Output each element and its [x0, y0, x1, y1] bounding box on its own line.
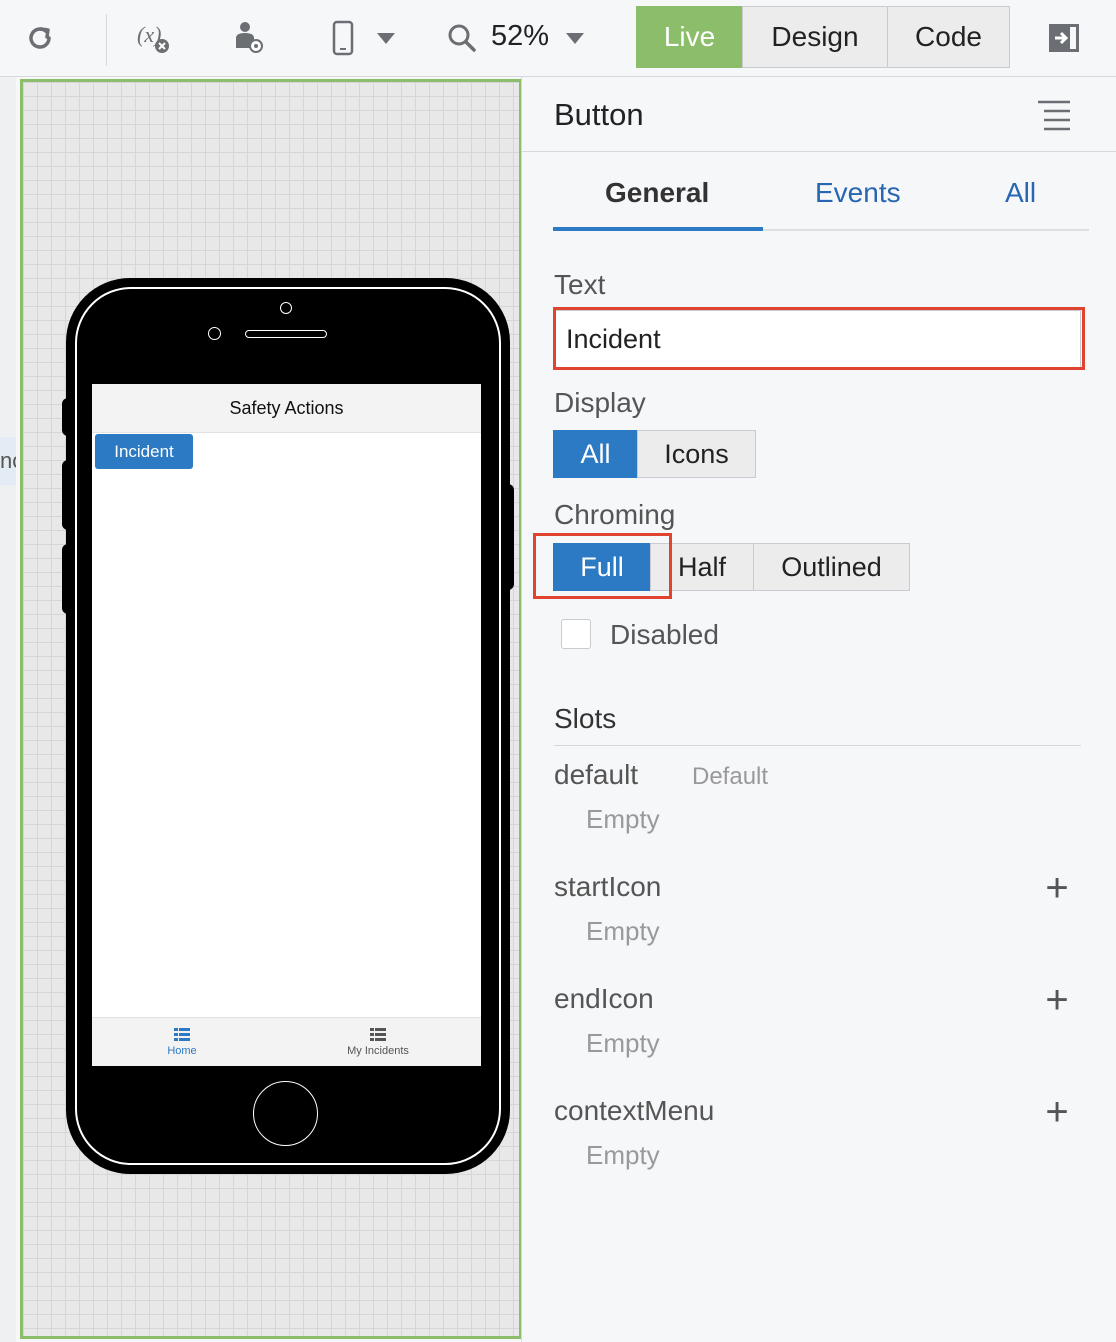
add-contextmenu-plus-icon[interactable]: + [1042, 1092, 1072, 1132]
incident-button[interactable]: Incident [95, 434, 193, 469]
phone-camera [280, 302, 292, 314]
phone-speaker [245, 330, 327, 338]
chroming-outlined-option[interactable]: Outlined [753, 543, 910, 591]
tab-home[interactable]: Home [162, 1028, 202, 1057]
slot-default-empty: Empty [586, 804, 660, 834]
chroming-full-highlight [533, 533, 672, 599]
text-field-highlight [553, 307, 1085, 370]
panel-title: Button [554, 97, 644, 132]
slots-title: Slots [554, 703, 617, 734]
property-tabs: General Events All [553, 173, 1089, 231]
chroming-label: Chroming [554, 499, 676, 530]
tab-home-label: Home [167, 1045, 197, 1057]
variable-icon[interactable]: (x) [135, 18, 175, 58]
slot-contextmenu-name: contextMenu [554, 1095, 715, 1126]
add-endicon-plus-icon[interactable]: + [1042, 980, 1072, 1020]
app-header-title: Safety Actions [92, 384, 481, 433]
display-icons-option[interactable]: Icons [637, 430, 756, 478]
home-list-icon [174, 1028, 190, 1041]
phone-home-button [253, 1081, 318, 1146]
design-mode-button[interactable]: Design [742, 6, 888, 68]
slot-starticon-name: startIcon [554, 871, 662, 902]
dock-panel-icon[interactable] [1044, 18, 1084, 58]
properties-panel: Button General Events All Text Incident … [521, 77, 1116, 1342]
app-tab-bar: Home My Incidents [92, 1017, 481, 1066]
display-all-option[interactable]: All [553, 430, 638, 478]
toolbar: (x) 52% Live Design Code [0, 0, 1116, 77]
slot-default-name: default [554, 759, 639, 790]
slots-divider [554, 745, 1081, 746]
panel-menu-icon[interactable] [1036, 99, 1072, 136]
zoom-level[interactable]: 52% [491, 20, 549, 53]
tab-my-incidents-label: My Incidents [347, 1045, 409, 1057]
tab-general[interactable]: General [605, 177, 709, 209]
display-segmented-control: All Icons [553, 430, 756, 478]
user-icon[interactable] [229, 18, 269, 58]
text-label: Text [554, 269, 606, 300]
incidents-list-icon [370, 1028, 386, 1041]
panel-header: Button [522, 77, 1116, 152]
zoom-dropdown-chevron-icon[interactable] [555, 18, 595, 58]
device-icon[interactable] [323, 18, 363, 58]
slot-endicon-name: endIcon [554, 983, 654, 1014]
disabled-checkbox[interactable] [561, 619, 591, 649]
search-icon[interactable] [442, 18, 482, 58]
tab-events[interactable]: Events [815, 177, 901, 209]
tab-all[interactable]: All [1005, 177, 1036, 209]
add-starticon-plus-icon[interactable]: + [1042, 868, 1072, 908]
refresh-icon[interactable] [20, 18, 60, 58]
left-gutter-fragment: nc [0, 437, 16, 485]
toolbar-separator [106, 14, 107, 66]
disabled-label: Disabled [610, 619, 719, 650]
slot-endicon-empty: Empty [586, 1028, 660, 1058]
slot-default-badge: Default [692, 763, 769, 790]
phone-sensor [208, 327, 221, 340]
phone-screen: Safety Actions Incident Home My Incident… [92, 384, 481, 1066]
display-label: Display [554, 387, 646, 418]
device-dropdown-chevron-icon[interactable] [366, 18, 406, 58]
left-gutter: nc [0, 77, 16, 1342]
code-mode-button[interactable]: Code [887, 6, 1010, 68]
view-mode-group: Live Design Code [636, 6, 1010, 68]
live-mode-button[interactable]: Live [636, 6, 743, 68]
slot-contextmenu-empty: Empty [586, 1140, 660, 1170]
tab-my-incidents[interactable]: My Incidents [342, 1028, 414, 1057]
active-tab-indicator [553, 227, 763, 231]
slot-starticon-empty: Empty [586, 916, 660, 946]
